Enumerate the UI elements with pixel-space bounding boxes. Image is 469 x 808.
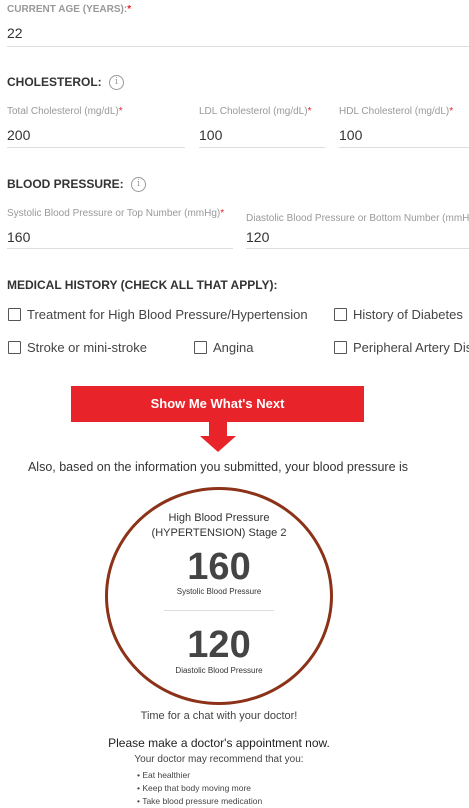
diastolic-label-wrap: Diastolic Blood Pressure or Bottom Numbe…: [246, 208, 469, 226]
systolic-label: Systolic Blood Pressure or Top Number (m…: [7, 208, 225, 219]
result-divider: [164, 610, 274, 611]
info-icon[interactable]: i: [109, 75, 125, 91]
cholesterol-heading: CHOLESTEROL: i: [7, 75, 125, 91]
list-item: • Keep that body moving more: [137, 783, 252, 793]
ldl-cholesterol-input[interactable]: 100: [199, 127, 222, 143]
systolic-underline: [7, 248, 233, 249]
hdl-cholesterol-label: HDL Cholesterol (mg/dL)*: [339, 106, 454, 117]
bp-category: High Blood Pressure (HYPERTENSION) Stage…: [151, 512, 287, 539]
checkbox-stroke[interactable]: Stroke or mini-stroke: [8, 339, 147, 357]
diastolic-value: 120: [187, 624, 251, 666]
systolic-value: 160: [187, 546, 251, 588]
diastolic-label: Diastolic Blood Pressure or Bottom Numbe…: [246, 213, 469, 224]
total-cholesterol-label: Total Cholesterol (mg/dL)*: [7, 106, 123, 117]
checkbox-hypertension[interactable]: Treatment for High Blood Pressure/Hypert…: [8, 306, 308, 324]
age-input-underline: [7, 46, 469, 47]
checkbox-box[interactable]: [334, 341, 347, 355]
checkbox-box[interactable]: [334, 308, 347, 322]
systolic-input[interactable]: 160: [7, 229, 30, 245]
checkbox-pad[interactable]: Peripheral Artery Disease: [334, 339, 469, 357]
diastolic-input[interactable]: 120: [246, 229, 269, 245]
age-input[interactable]: 22: [7, 25, 23, 41]
checkbox-box[interactable]: [8, 341, 21, 355]
total-cholesterol-underline: [7, 147, 185, 148]
hdl-cholesterol-input[interactable]: 100: [339, 127, 362, 143]
ldl-cholesterol-underline: [199, 147, 325, 148]
info-icon[interactable]: i: [131, 177, 147, 193]
checkbox-box[interactable]: [194, 341, 207, 355]
checkbox-angina[interactable]: Angina: [194, 339, 253, 357]
diastolic-caption: Diastolic Blood Pressure: [175, 666, 263, 675]
down-arrow-icon: [209, 422, 227, 436]
ldl-cholesterol-label: LDL Cholesterol (mg/dL)*: [199, 106, 312, 117]
checkbox-box[interactable]: [8, 308, 21, 322]
blood-pressure-heading: BLOOD PRESSURE: i: [7, 177, 147, 193]
systolic-caption: Systolic Blood Pressure: [176, 587, 262, 596]
appointment-text: Please make a doctor's appointment now.: [108, 736, 330, 750]
total-cholesterol-input[interactable]: 200: [7, 127, 30, 143]
list-item: • Eat healthier: [137, 770, 191, 780]
chat-text: Time for a chat with your doctor!: [140, 710, 298, 722]
recommendation-list: • Eat healthier • Keep that body moving …: [137, 769, 262, 808]
recommend-intro: Your doctor may recommend that you:: [134, 754, 304, 765]
result-intro: Also, based on the information you submi…: [27, 460, 409, 474]
show-me-whats-next-button[interactable]: Show Me What's Next: [71, 386, 364, 422]
list-item: • Take blood pressure medication: [137, 796, 263, 806]
age-label: CURRENT AGE (YEARS):*: [7, 4, 132, 15]
checkbox-diabetes[interactable]: History of Diabetes: [334, 306, 469, 324]
hdl-cholesterol-underline: [339, 147, 469, 148]
diastolic-underline: [246, 248, 469, 249]
medical-history-heading: MEDICAL HISTORY (CHECK ALL THAT APPLY):: [7, 278, 278, 292]
down-arrow-head-icon: [200, 436, 236, 452]
